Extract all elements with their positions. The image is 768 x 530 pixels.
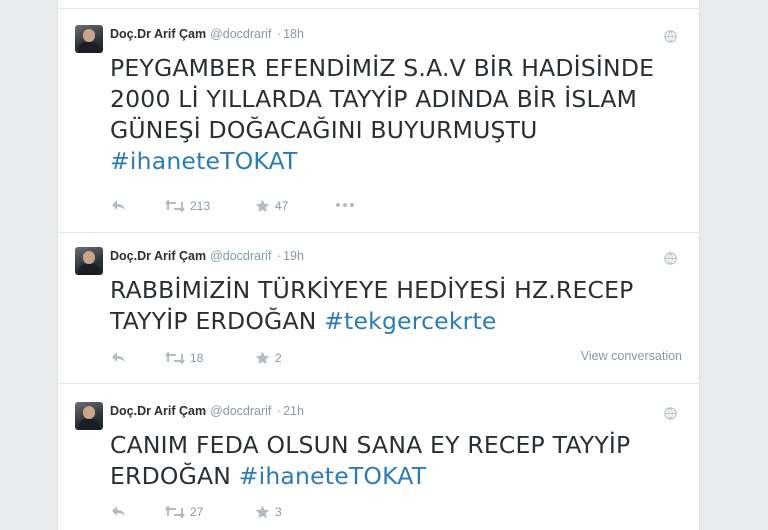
separator-dot: · xyxy=(276,249,282,263)
favorite-icon xyxy=(255,351,270,365)
reply-icon xyxy=(112,200,125,210)
author-name[interactable]: Doç.Dr Arif Çam xyxy=(110,404,206,418)
author-handle[interactable]: @docdrarif xyxy=(210,404,271,418)
tweet-text: RABBİMİZİN TÜRKİYEYE HEDİYESİ HZ.RECEP T… xyxy=(110,275,695,337)
tweet-separator xyxy=(58,383,699,384)
separator-dot: · xyxy=(276,27,282,41)
favorite-button[interactable]: 3 xyxy=(255,505,282,519)
avatar[interactable] xyxy=(75,25,103,53)
tweet-timestamp[interactable]: 18h xyxy=(283,27,304,41)
tweet-timestamp[interactable]: 21h xyxy=(283,404,304,418)
retweet-button[interactable]: 18 xyxy=(165,351,203,365)
globe-icon xyxy=(664,30,677,43)
tweet-header: Doç.Dr Arif Çam @docdrarif · 21h xyxy=(110,404,304,418)
retweet-button[interactable]: 213 xyxy=(165,199,210,213)
globe-icon xyxy=(664,252,677,265)
tweet-body: PEYGAMBER EFENDİMİZ S.A.V BİR HADİSİNDE … xyxy=(110,54,655,144)
reply-button[interactable] xyxy=(110,199,126,211)
favorite-icon xyxy=(255,505,270,519)
hashtag-link[interactable]: #ihaneteTOKAT xyxy=(110,147,298,175)
favorite-button[interactable]: 2 xyxy=(255,351,282,365)
more-icon xyxy=(336,203,354,207)
hashtag-link[interactable]: #ihaneteTOKAT xyxy=(239,462,427,490)
tweet-timeline: Doç.Dr Arif Çam @docdrarif · 18h PEYGAMBER… xyxy=(57,0,700,530)
avatar[interactable] xyxy=(75,247,103,275)
avatar[interactable] xyxy=(75,402,103,430)
retweet-icon xyxy=(165,352,185,364)
separator-dot: · xyxy=(276,404,282,418)
hashtag-link[interactable]: #tekgercekrte xyxy=(324,307,496,335)
tweet-timestamp[interactable]: 19h xyxy=(283,249,304,263)
author-name[interactable]: Doç.Dr Arif Çam xyxy=(110,249,206,263)
retweet-icon xyxy=(165,200,185,212)
retweet-count: 27 xyxy=(190,505,204,519)
globe-icon xyxy=(664,407,677,420)
favorite-button[interactable]: 47 xyxy=(255,199,288,213)
retweet-icon xyxy=(165,506,185,518)
tweet-text: PEYGAMBER EFENDİMİZ S.A.V BİR HADİSİNDE … xyxy=(110,53,695,177)
more-button[interactable] xyxy=(336,203,354,207)
favorite-count: 2 xyxy=(275,351,282,365)
tweet-header: Doç.Dr Arif Çam @docdrarif · 18h xyxy=(110,27,304,41)
tweet-separator xyxy=(58,232,699,233)
author-handle[interactable]: @docdrarif xyxy=(210,249,271,263)
view-conversation-link[interactable]: View conversation xyxy=(581,349,682,363)
reply-button[interactable] xyxy=(110,505,126,517)
favorite-count: 47 xyxy=(275,199,289,213)
favorite-count: 3 xyxy=(275,505,282,519)
author-handle[interactable]: @docdrarif xyxy=(210,27,271,41)
retweet-count: 213 xyxy=(190,199,211,213)
tweet-header: Doç.Dr Arif Çam @docdrarif · 19h xyxy=(110,249,304,263)
tweet-text: CANIM FEDA OLSUN SANA EY RECEP TAYYİP ER… xyxy=(110,430,695,492)
reply-button[interactable] xyxy=(110,351,126,363)
retweet-button[interactable]: 27 xyxy=(165,505,203,519)
author-name[interactable]: Doç.Dr Arif Çam xyxy=(110,27,206,41)
tweet-separator xyxy=(58,8,699,9)
favorite-icon xyxy=(255,199,270,213)
reply-icon xyxy=(112,506,125,516)
reply-icon xyxy=(112,352,125,362)
retweet-count: 18 xyxy=(190,351,204,365)
